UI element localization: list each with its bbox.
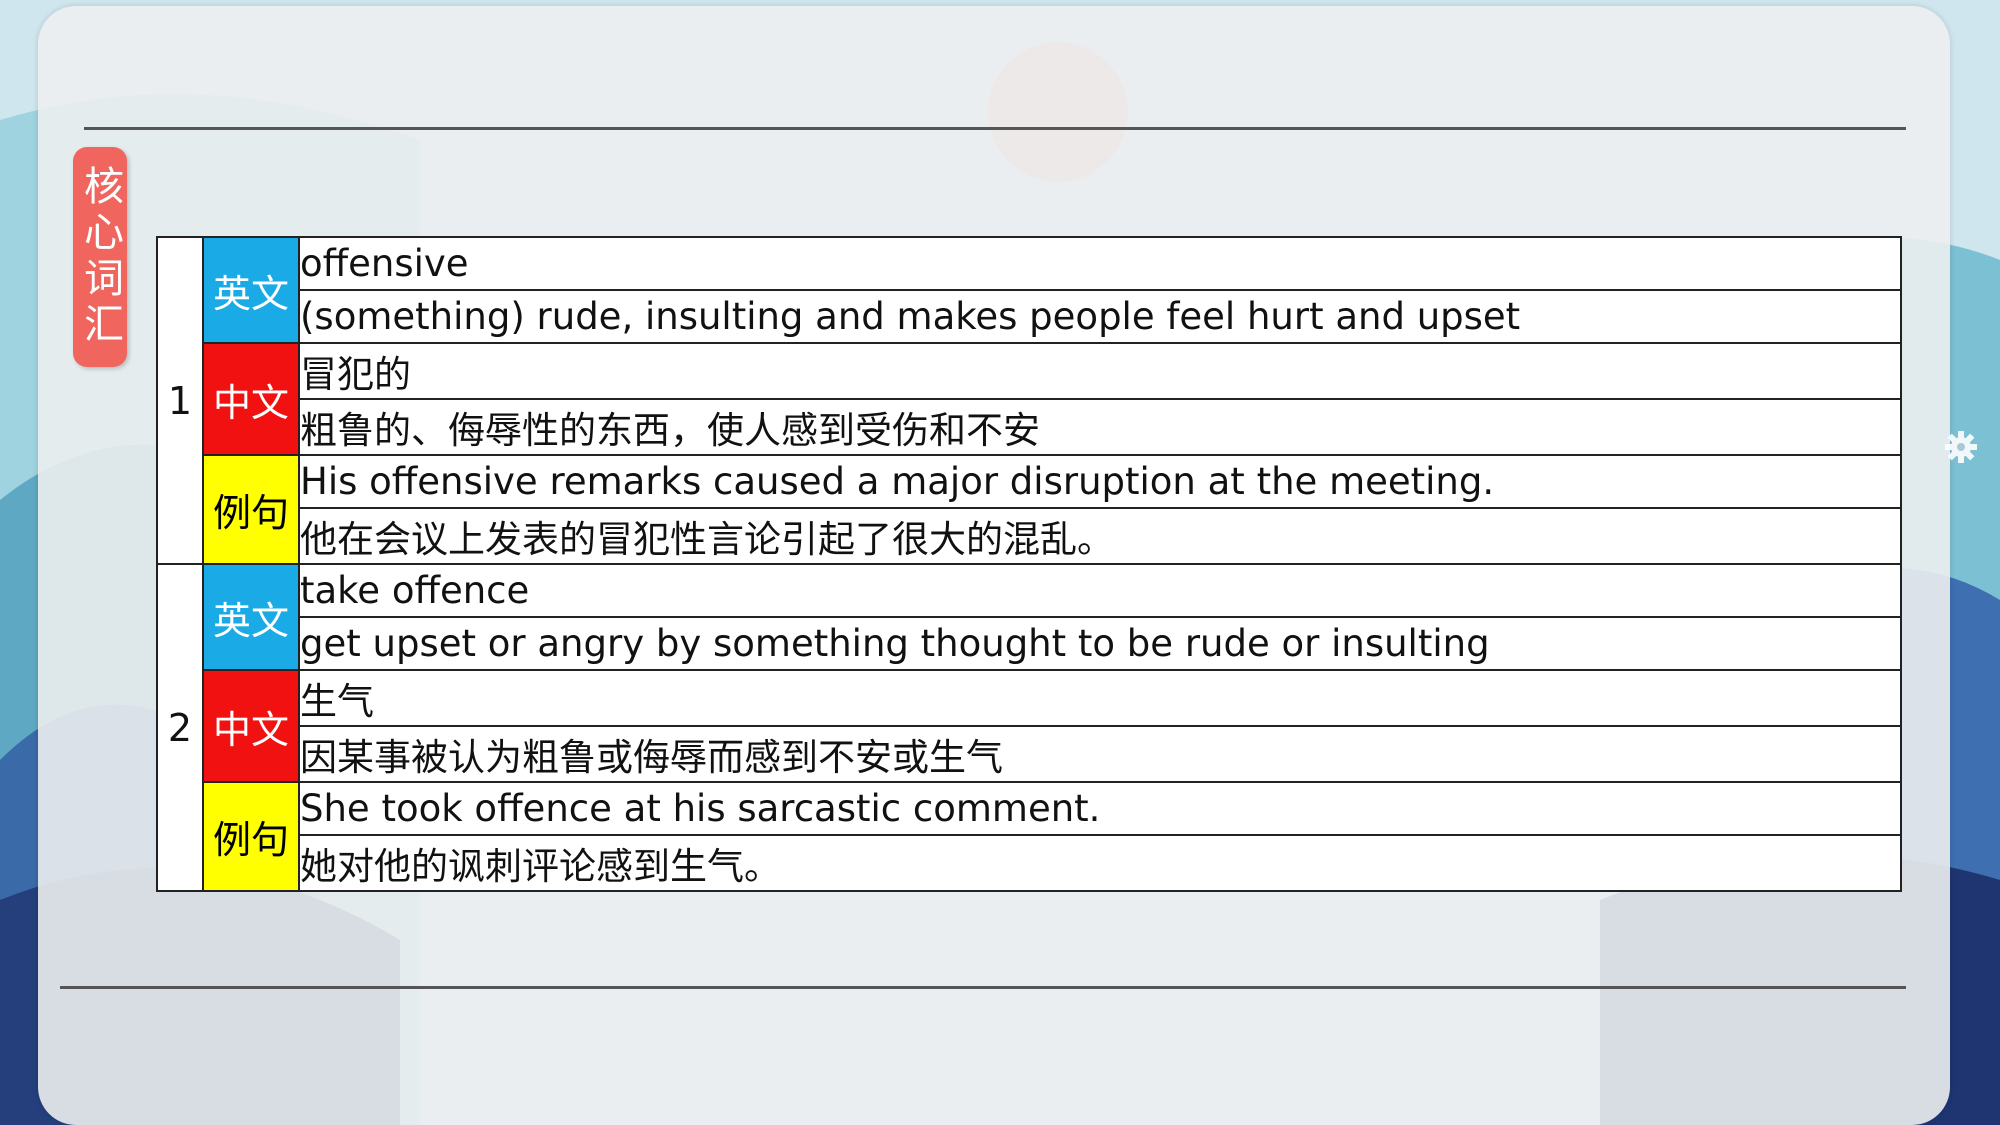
english-label: 英文 — [202, 563, 300, 671]
chinese-term: 冒犯的 — [298, 342, 1902, 400]
example-english: She took offence at his sarcastic commen… — [298, 781, 1902, 836]
chinese-definition: 粗鲁的、侮辱性的东西，使人感到受伤和不安 — [298, 398, 1902, 456]
example-english: His offensive remarks caused a major dis… — [298, 454, 1902, 509]
chinese-term: 生气 — [298, 669, 1902, 727]
badge-label: 核心词汇 — [77, 165, 123, 349]
table-row: 例句 His offensive remarks caused a major … — [157, 454, 1902, 565]
table-row: 中文 冒犯的 — [157, 342, 1902, 456]
table-row: get upset or angry by something thought … — [157, 616, 1902, 671]
example-label: 例句 — [202, 781, 300, 892]
bottom-divider — [60, 986, 1906, 989]
vocabulary-table: 1 英文 offensive (something) rude, insulti… — [156, 236, 1902, 892]
gear-icon — [1945, 431, 1977, 463]
table-row: 例句 She took offence at his sarcastic com… — [157, 781, 1902, 892]
entry-number: 1 — [156, 236, 204, 565]
table-row: 粗鲁的、侮辱性的东西，使人感到受伤和不安 — [157, 398, 1902, 456]
english-label: 英文 — [202, 236, 300, 344]
table-row: 1 英文 offensive — [156, 236, 1902, 565]
table-row: (something) rude, insulting and makes pe… — [157, 289, 1902, 344]
term: take offence — [298, 563, 1902, 618]
table-row: 2 英文 take offence — [156, 563, 1902, 892]
definition: get upset or angry by something thought … — [298, 616, 1902, 671]
chinese-label: 中文 — [202, 342, 300, 456]
chinese-definition: 因某事被认为粗鲁或侮辱而感到不安或生气 — [298, 725, 1902, 783]
table-row: 她对他的讽刺评论感到生气。 — [157, 834, 1902, 892]
table-row: 他在会议上发表的冒犯性言论引起了很大的混乱。 — [157, 507, 1902, 565]
example-chinese: 他在会议上发表的冒犯性言论引起了很大的混乱。 — [298, 507, 1902, 565]
table-row: 因某事被认为粗鲁或侮辱而感到不安或生气 — [157, 725, 1902, 783]
core-vocabulary-badge: 核心词汇 — [73, 147, 127, 367]
term: offensive — [298, 236, 1902, 291]
chinese-label: 中文 — [202, 669, 300, 783]
entry-number: 2 — [156, 563, 204, 892]
example-chinese: 她对他的讽刺评论感到生气。 — [298, 834, 1902, 892]
top-divider — [84, 127, 1906, 130]
definition: (something) rude, insulting and makes pe… — [298, 289, 1902, 344]
example-label: 例句 — [202, 454, 300, 565]
table-row: 中文 生气 — [157, 669, 1902, 783]
